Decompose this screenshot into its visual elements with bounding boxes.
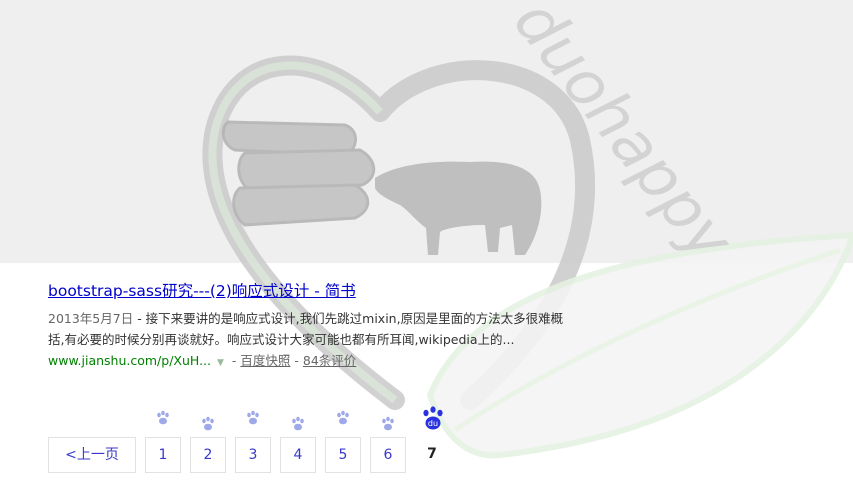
page-4-button[interactable]: 4 (280, 437, 316, 473)
meta-separator: - (290, 353, 303, 368)
result-url[interactable]: www.jianshu.com/p/XuH... (48, 353, 211, 368)
paw-icon (202, 416, 214, 431)
paw-icon (337, 410, 349, 425)
current-page: 7 (427, 446, 437, 462)
prev-page-button[interactable]: <上一页 (48, 437, 136, 473)
page-1-button[interactable]: 1 (145, 437, 181, 473)
paw-icon (157, 410, 169, 425)
page-6-button[interactable]: 6 (370, 437, 406, 473)
paw-icon (292, 416, 304, 431)
current-page-paw-icon: du (423, 406, 443, 430)
result-date: 2013年5月7日 (48, 311, 134, 326)
cache-link[interactable]: 百度快照 (240, 353, 290, 368)
page-3-button[interactable]: 3 (235, 437, 271, 473)
reviews-link[interactable]: 84条评价 (303, 353, 356, 368)
result-title-link[interactable]: bootstrap-sass研究---(2)响应式设计 - 简书 (48, 280, 356, 302)
page-5-button[interactable]: 5 (325, 437, 361, 473)
result-meta: www.jianshu.com/p/XuH... ▼ - 百度快照 - 84条评价 (48, 351, 588, 373)
search-result: bootstrap-sass研究---(2)响应式设计 - 简书 2013年5月… (48, 280, 588, 373)
paw-icon (247, 410, 259, 425)
page-2-button[interactable]: 2 (190, 437, 226, 473)
paw-icon (382, 416, 394, 431)
meta-separator: - (227, 353, 241, 368)
chevron-down-icon[interactable]: ▼ (217, 358, 224, 368)
header-image-band (0, 0, 853, 263)
current-page-logo-text: du (428, 419, 438, 428)
result-abstract: 2013年5月7日 - 接下来要讲的是响应式设计,我们先跳过mixin,原因是里… (48, 308, 578, 350)
